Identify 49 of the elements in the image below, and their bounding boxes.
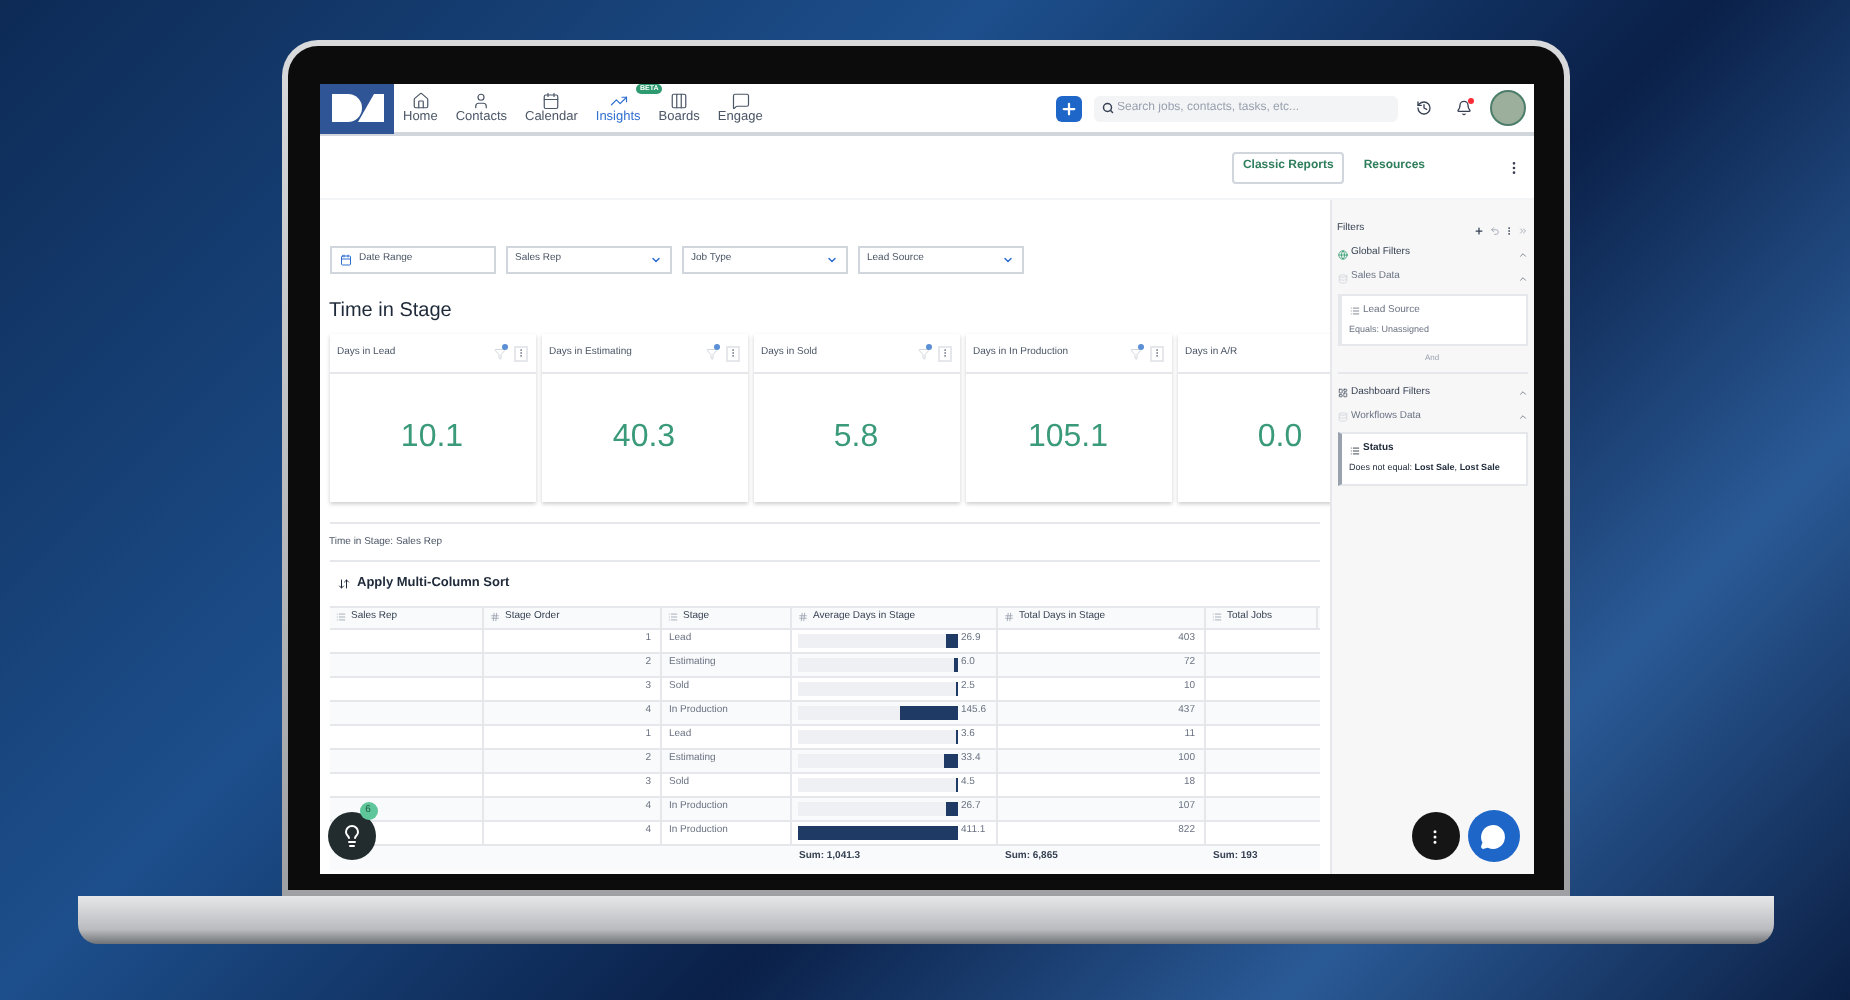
lightbulb-icon — [339, 824, 363, 848]
undo-icon[interactable] — [1489, 225, 1499, 235]
history-icon[interactable] — [1415, 100, 1431, 116]
sort-icon — [337, 577, 349, 589]
search-icon — [1101, 102, 1113, 114]
filter-icon[interactable] — [917, 348, 929, 360]
section-title: Time in Stage — [329, 302, 454, 322]
hash-icon — [1003, 612, 1013, 622]
add-button[interactable] — [1055, 95, 1081, 121]
add-icon[interactable] — [1473, 225, 1483, 235]
filter-icon[interactable] — [705, 348, 717, 360]
plus-icon — [1059, 99, 1077, 117]
metric-value: 40.3 — [610, 418, 678, 458]
logo-icon[interactable] — [319, 84, 393, 134]
chevron-up-icon[interactable] — [1517, 411, 1527, 422]
list-icon — [1211, 612, 1221, 622]
database-icon — [1337, 411, 1347, 422]
list-icon — [1349, 306, 1359, 317]
list-icon — [667, 612, 677, 622]
user-icon — [472, 91, 491, 110]
speech-bubble-icon — [731, 91, 750, 110]
chevron-down-icon — [649, 254, 661, 266]
metric-value: 5.8 — [831, 418, 881, 458]
filter-icon[interactable] — [1129, 348, 1141, 360]
calendar-icon — [542, 91, 561, 110]
calendar-icon — [339, 254, 351, 266]
metric-value: 105.1 — [1025, 418, 1111, 458]
list-icon — [1349, 445, 1359, 455]
hash-icon — [797, 612, 807, 622]
avatar[interactable] — [1489, 90, 1525, 126]
chat-icon — [1480, 823, 1506, 849]
hash-icon — [489, 612, 499, 622]
chevron-up-icon[interactable] — [1517, 387, 1527, 398]
chevron-up-icon[interactable] — [1517, 273, 1527, 283]
collapse-icon[interactable] — [1517, 225, 1527, 235]
columns-icon — [670, 91, 689, 110]
home-icon — [411, 91, 430, 110]
trend-line-icon — [609, 91, 628, 110]
chevron-down-icon — [1001, 254, 1013, 266]
database-icon — [1337, 273, 1347, 283]
dashboard-icon — [1337, 387, 1347, 398]
list-icon — [335, 612, 345, 622]
chevron-down-icon — [825, 254, 837, 266]
filter-icon[interactable] — [493, 348, 505, 360]
chevron-up-icon[interactable] — [1517, 249, 1527, 259]
globe-icon — [1337, 249, 1347, 259]
metric-value: 0.0 — [1255, 418, 1305, 458]
notification-icon[interactable] — [1455, 100, 1471, 116]
metric-value: 10.1 — [398, 418, 466, 458]
